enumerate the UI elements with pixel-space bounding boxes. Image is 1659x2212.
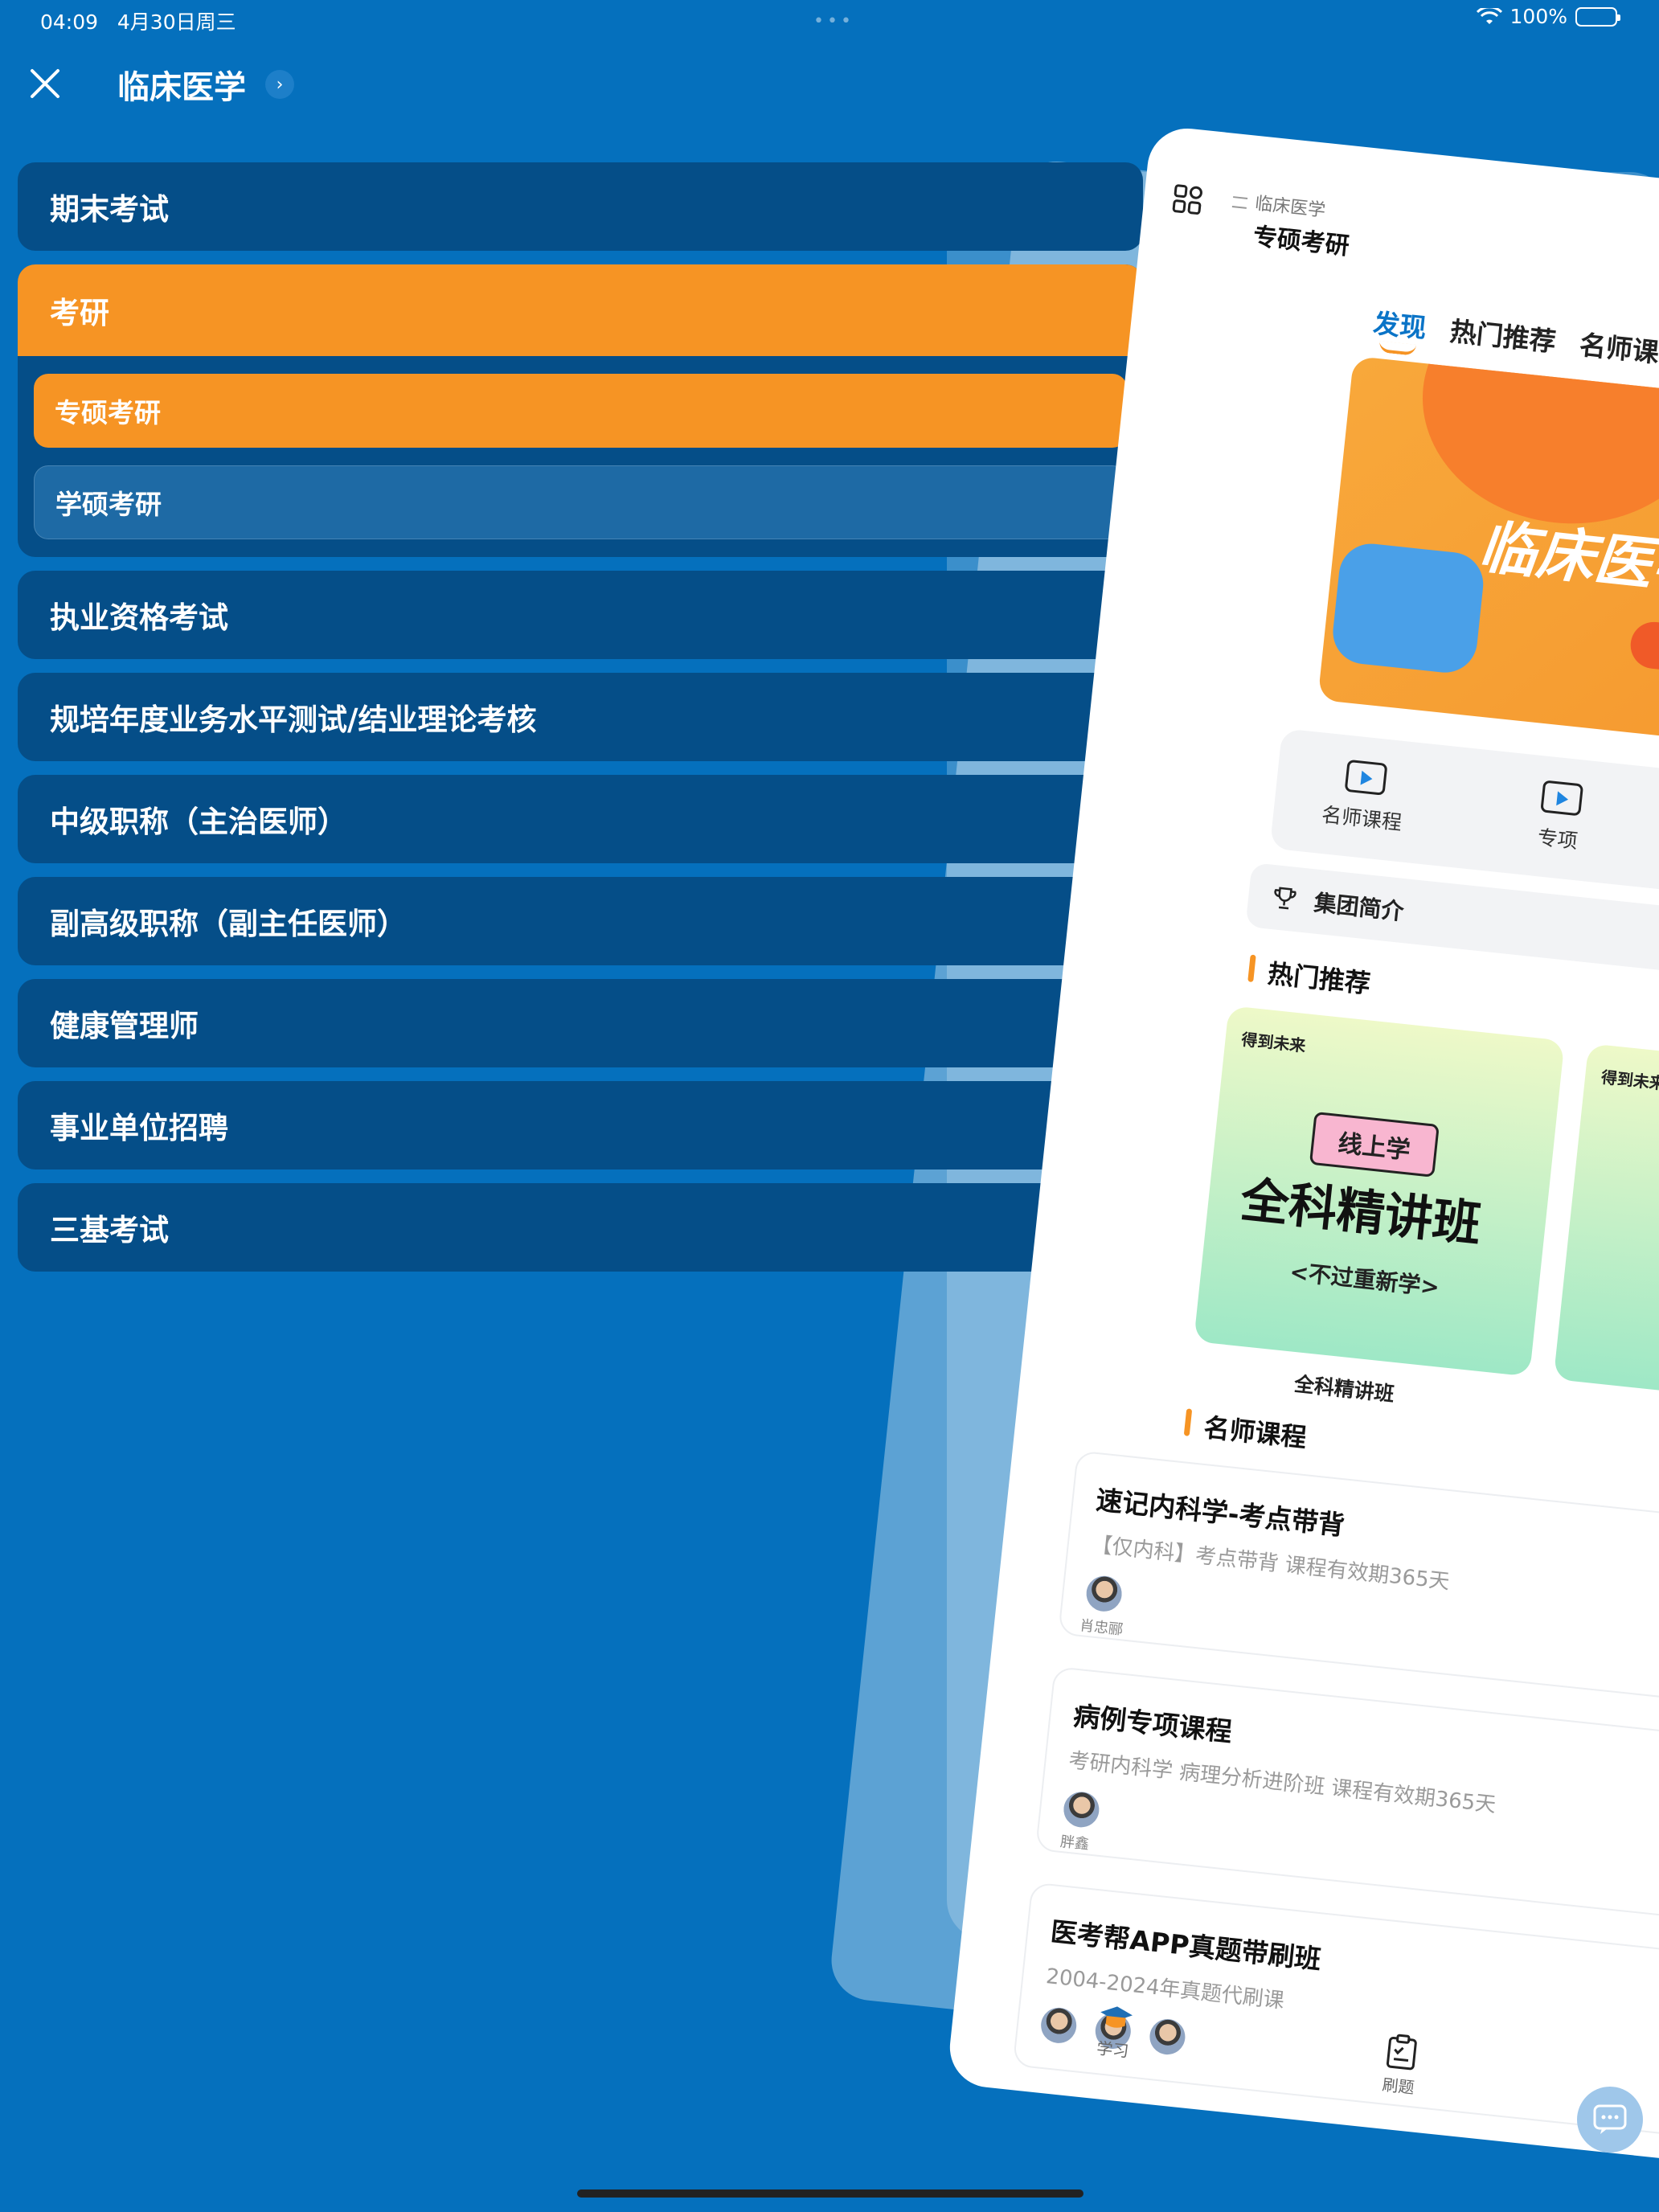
section-teacher-title: 名师课程 (1183, 1405, 1309, 1455)
multitask-dots[interactable]: ••• (813, 11, 854, 31)
menu-item-residency-test[interactable]: 规培年度业务水平测试/结业理论考核 (18, 673, 1143, 761)
banner-button[interactable] (1628, 619, 1659, 678)
video-icon (1344, 759, 1388, 796)
lesson-description: 考研内科学 病理分析进阶班 课程有效期365天 (1067, 1748, 1497, 1818)
banner-illustration (1329, 540, 1487, 676)
clipboard-icon (1386, 2034, 1417, 2071)
course-card-image[interactable]: 得到未来 线上学 全科精讲班 <不过重新学> (1194, 1006, 1565, 1377)
promo-banner[interactable]: 临床医学 (1317, 355, 1659, 784)
chat-icon (1593, 2104, 1627, 2134)
graduation-cap-icon (1100, 2006, 1133, 2028)
menu-group-kaoyan: 考研 专硕考研 学硕考研 (18, 264, 1143, 557)
teacher-name: 肖忠郦 (1079, 1616, 1124, 1639)
menu-item-final-exam[interactable]: 期末考试 (18, 162, 1143, 251)
lesson-description: 【仅内科】考点带背 课程有效期365天 (1090, 1532, 1451, 1595)
group-intro-label: 集团简介 (1313, 889, 1406, 926)
chat-button[interactable] (1577, 2087, 1643, 2153)
grid-icon[interactable] (1172, 183, 1204, 215)
menu-item-kaoyan[interactable]: 考研 (18, 264, 1143, 356)
course-brand: 得到未来 (1240, 1029, 1307, 1056)
shortcut-label: 名师课程 (1320, 802, 1403, 835)
page-title[interactable]: 临床医学 (117, 61, 246, 108)
teacher-avatar (1062, 1790, 1101, 1829)
status-bar: 04:09 4月30日周三 ••• 100% (0, 0, 1659, 39)
tab-study-label: 学习 (1096, 2038, 1130, 2062)
chevron-right-icon[interactable]: › (265, 70, 294, 99)
submenu-item-professional-master[interactable]: 专硕考研 (34, 374, 1127, 448)
submenu-item-academic-master[interactable]: 学硕考研 (34, 465, 1127, 539)
home-indicator[interactable] (577, 2189, 1083, 2198)
preview-crumb-title: 专硕考研 (1251, 223, 1351, 261)
wifi-icon (1476, 7, 1502, 24)
course-main-title: 全科精讲班 (1238, 1172, 1484, 1254)
shortcut-special[interactable]: 专项 (1536, 780, 1584, 854)
battery-percent: 100% (1509, 5, 1567, 28)
tab-practice[interactable]: 刷题 (1381, 2033, 1419, 2099)
teacher-avatar (1084, 1574, 1124, 1613)
shortcut-teacher-course[interactable]: 名师课程 (1321, 757, 1408, 836)
lesson-title: 病例专项课程 (1071, 1699, 1234, 1748)
shortcut-label: 专项 (1536, 825, 1579, 854)
menu-item-sanji-exam[interactable]: 三基考试 (18, 1183, 1143, 1272)
menu-item-intermediate-title[interactable]: 中级职称（主治医师） (18, 775, 1143, 863)
menu-item-health-manager[interactable]: 健康管理师 (18, 979, 1143, 1067)
course-caption: 全科精讲班 (1292, 1372, 1396, 1407)
tab-practice-label: 刷题 (1381, 2075, 1415, 2098)
close-icon[interactable] (29, 68, 61, 100)
menu-item-licensing[interactable]: 执业资格考试 (18, 571, 1143, 659)
menu-lines-icon (1231, 196, 1248, 209)
teacher-avatar (1148, 2017, 1187, 2057)
battery-icon (1575, 6, 1620, 27)
preview-tabs: 发现 热门推荐 名师课 (1371, 301, 1659, 370)
book-icon (1540, 780, 1584, 817)
teacher-name: 胖鑫 (1059, 1833, 1090, 1854)
tab-teacher[interactable]: 名师课 (1578, 323, 1659, 370)
status-right: 100% (1476, 5, 1620, 28)
preview-crumb-small: 临床医学 (1231, 186, 1327, 222)
status-time: 04:09 4月30日周三 (40, 10, 236, 34)
teacher-avatar (1038, 2005, 1079, 2046)
course-subtitle: <不过重新学> (1288, 1258, 1441, 1301)
banner-title: 临床医学 (1476, 512, 1659, 604)
course-card-image-2[interactable]: 得到未来 (1553, 1043, 1659, 1405)
trophy-icon (1274, 887, 1296, 910)
menu-item-associate-senior-title[interactable]: 副高级职称（副主任医师） (18, 877, 1143, 965)
tab-discover[interactable]: 发现 (1371, 301, 1428, 346)
course-brand: 得到未来 (1600, 1067, 1659, 1094)
section-hot-title: 热门推荐 (1247, 952, 1372, 1002)
tab-study[interactable]: 学习 (1094, 2002, 1135, 2062)
category-menu: 期末考试 考研 专硕考研 学硕考研 执业资格考试 规培年度业务水平测试/结业理论… (18, 162, 1143, 1285)
tab-hot[interactable]: 热门推荐 (1448, 309, 1558, 359)
menu-item-public-institution[interactable]: 事业单位招聘 (18, 1081, 1143, 1169)
course-tag: 线上学 (1309, 1111, 1440, 1178)
